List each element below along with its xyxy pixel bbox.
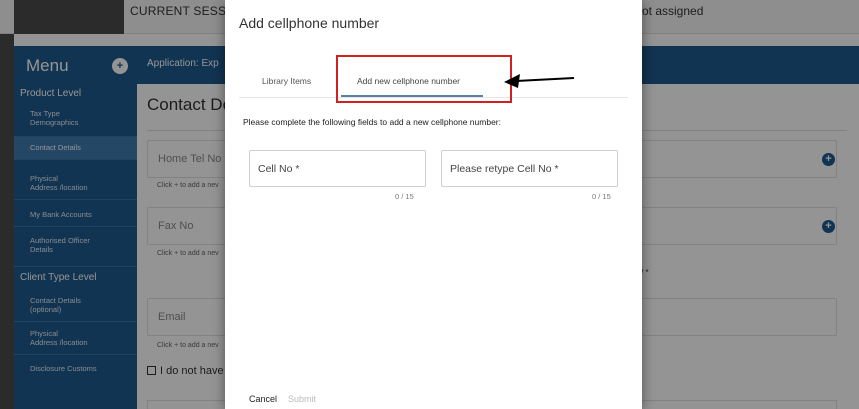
retype-cell-number-counter: 0 / 15	[592, 192, 611, 201]
add-cellphone-dialog: Add cellphone number Library Items Add n…	[225, 0, 642, 409]
highlight-box	[336, 55, 512, 103]
cell-number-counter: 0 / 15	[395, 192, 414, 201]
tab-library-items[interactable]: Library Items	[262, 76, 311, 86]
retype-cell-number-input[interactable]: Please retype Cell No *	[441, 150, 618, 187]
retype-cell-number-placeholder: Please retype Cell No *	[450, 163, 559, 175]
cell-number-placeholder: Cell No *	[258, 163, 300, 175]
arrow-left-icon	[504, 74, 575, 88]
instructions-text: Please complete the following fields to …	[243, 117, 501, 127]
dialog-title: Add cellphone number	[239, 15, 380, 31]
submit-button[interactable]: Submit	[288, 394, 316, 404]
cell-number-input[interactable]: Cell No *	[249, 150, 426, 187]
cancel-button[interactable]: Cancel	[249, 394, 277, 404]
